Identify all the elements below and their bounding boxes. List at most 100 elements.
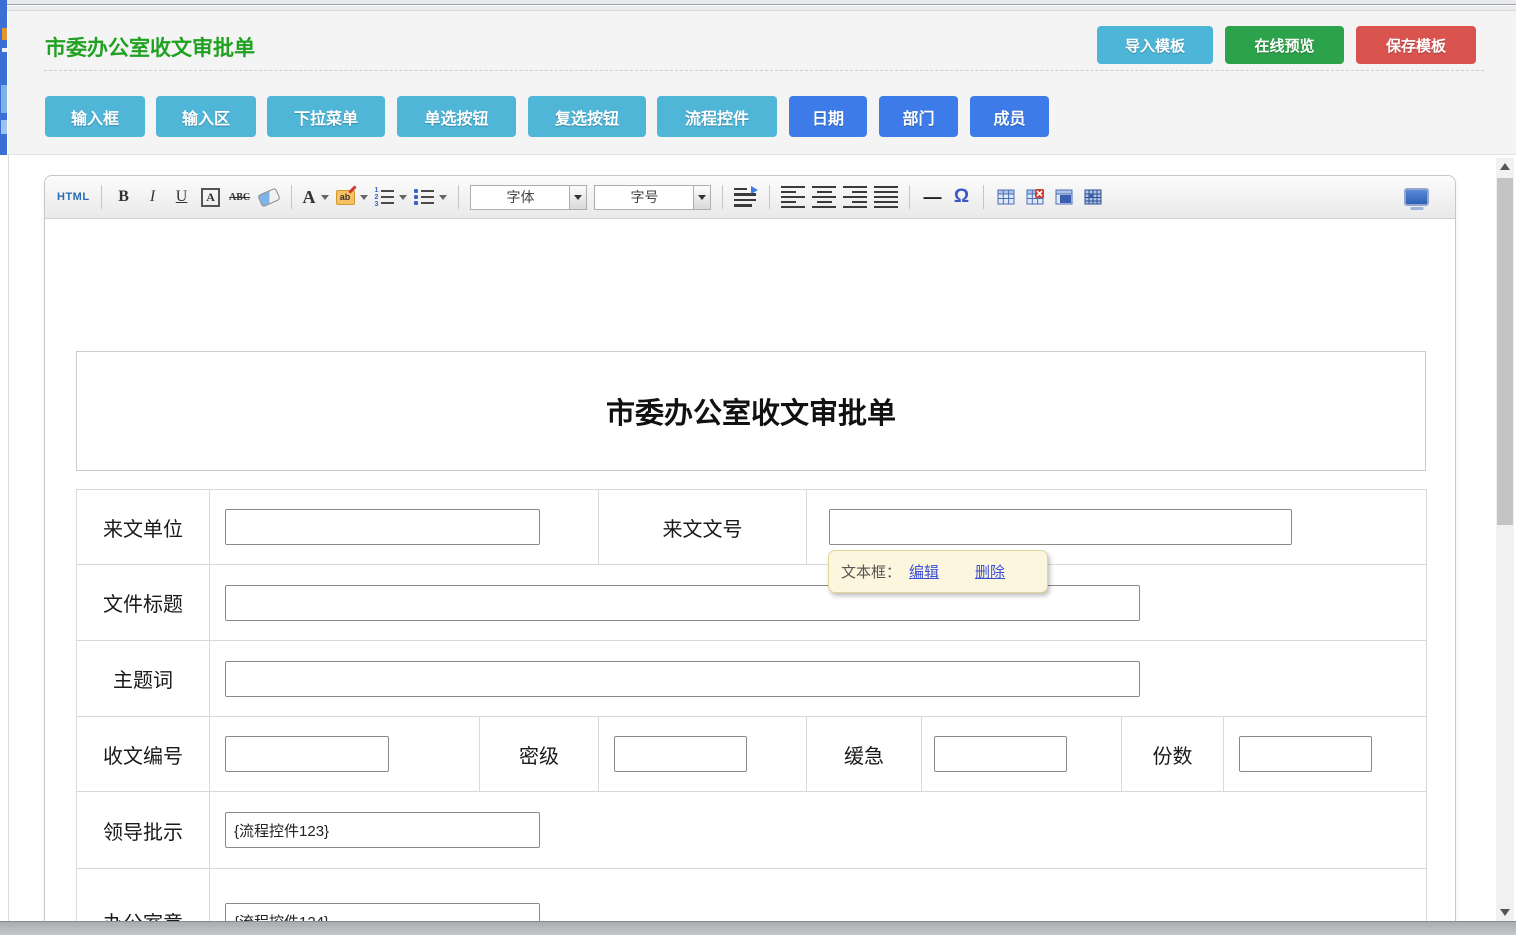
header-panel: 市委办公室收文审批单 导入模板 在线预览 保存模板 输入框 输入区 下拉菜单 单…	[8, 11, 1516, 155]
unordered-list-icon	[414, 189, 434, 205]
field-cell	[210, 490, 599, 565]
field-label-laiwen-wenhao: 来文文号	[599, 490, 807, 565]
sidebar-fragment-icon	[1, 85, 7, 113]
edit-link[interactable]: 编辑	[909, 561, 939, 582]
import-template-button[interactable]: 导入模板	[1097, 26, 1213, 64]
font-family-dropdown-arrow[interactable]	[569, 186, 586, 209]
form-table: 来文单位 来文文号 文件标题 主题词 收文编号 密级	[76, 489, 1427, 935]
horizontal-rule-button[interactable]: —	[921, 183, 943, 211]
style-button[interactable]: A	[200, 183, 222, 211]
table-row: 主题词	[77, 641, 1427, 717]
font-family-select[interactable]: 字体	[470, 185, 587, 210]
field-label-lingdao-pishi: 领导批示	[77, 792, 210, 869]
widget-button-member[interactable]: 成员	[970, 96, 1049, 137]
field-label-fenshu: 份数	[1122, 717, 1224, 792]
widget-button-checkbox[interactable]: 复选按钮	[528, 96, 646, 137]
scroll-up-button[interactable]	[1496, 158, 1514, 175]
scroll-down-button[interactable]	[1496, 904, 1514, 921]
form-title-box: 市委办公室收文审批单	[76, 351, 1426, 471]
remove-format-button[interactable]	[258, 183, 280, 211]
field-label-huanji: 缓急	[807, 717, 922, 792]
editor-toolbar: HTML B I U A ABC A ab	[45, 176, 1455, 219]
font-size-dropdown-arrow[interactable]	[693, 186, 710, 209]
widget-button-flow-control[interactable]: 流程控件	[657, 96, 777, 137]
font-color-icon: A	[303, 187, 316, 208]
huanji-input[interactable]	[934, 736, 1067, 772]
widget-button-department[interactable]: 部门	[879, 96, 958, 137]
window-bottom-edge	[0, 921, 1516, 935]
align-left-icon	[781, 186, 805, 209]
chevron-down-icon	[321, 195, 329, 200]
miji-input[interactable]	[614, 736, 747, 772]
widget-button-radio[interactable]: 单选按钮	[397, 96, 516, 137]
indent-arrow-icon	[734, 188, 758, 207]
page-title: 市委办公室收文审批单	[45, 32, 255, 62]
rich-text-editor: HTML B I U A ABC A ab	[44, 175, 1456, 935]
laiwen-danwei-input[interactable]	[225, 509, 540, 545]
toolbar-separator	[458, 185, 459, 209]
chevron-down-icon	[439, 195, 447, 200]
toolbar-separator	[291, 185, 292, 209]
field-cell	[922, 717, 1122, 792]
widget-button-dropdown[interactable]: 下拉菜单	[267, 96, 385, 137]
ordered-list-button[interactable]	[375, 183, 408, 211]
fenshu-input[interactable]	[1239, 736, 1372, 772]
field-cell	[1224, 717, 1427, 792]
table-row: 文件标题	[77, 565, 1427, 641]
align-center-icon	[812, 186, 836, 209]
font-size-select[interactable]: 字号	[594, 185, 711, 210]
zhutici-input[interactable]	[225, 661, 1140, 697]
align-justify-button[interactable]	[874, 183, 898, 211]
shouwen-bianhao-input[interactable]	[225, 736, 389, 772]
field-label-laiwen-danwei: 来文单位	[77, 490, 210, 565]
highlight-icon: ab	[336, 190, 355, 205]
sidebar-fragment-icon	[2, 48, 7, 52]
align-left-button[interactable]	[781, 183, 805, 211]
table-row: 领导批示	[77, 792, 1427, 869]
chevron-down-icon	[698, 195, 706, 200]
strikethrough-button[interactable]: ABC	[229, 183, 251, 211]
field-cell	[599, 717, 807, 792]
source-code-button[interactable]: HTML	[57, 183, 90, 211]
highlight-color-button[interactable]: ab	[336, 183, 368, 211]
widget-button-input-area[interactable]: 输入区	[156, 96, 256, 137]
unordered-list-button[interactable]	[414, 183, 447, 211]
ordered-list-icon	[375, 188, 395, 207]
widget-button-input-box[interactable]: 输入框	[45, 96, 145, 137]
underline-button[interactable]: U	[171, 183, 193, 211]
window-top-edge	[0, 0, 1516, 5]
field-label-zhutici: 主题词	[77, 641, 210, 717]
sidebar-fragment-icon	[1, 120, 7, 134]
insert-table-button[interactable]	[995, 183, 1017, 211]
lingdao-pishi-input[interactable]	[225, 812, 540, 848]
field-cell	[210, 717, 480, 792]
toolbar-separator	[101, 185, 102, 209]
special-character-button[interactable]: Ω	[950, 183, 972, 211]
font-color-button[interactable]: A	[303, 183, 329, 211]
save-template-button[interactable]: 保存模板	[1356, 26, 1476, 64]
table-properties-button[interactable]	[1053, 183, 1075, 211]
delete-table-button[interactable]	[1024, 183, 1046, 211]
chevron-down-icon	[574, 195, 582, 200]
chevron-down-icon	[360, 195, 368, 200]
font-family-value: 字体	[471, 187, 569, 207]
delete-link[interactable]: 删除	[975, 561, 1005, 582]
fullscreen-preview-button[interactable]	[1404, 183, 1429, 211]
table-row: 来文单位 来文文号	[77, 490, 1427, 565]
align-center-button[interactable]	[812, 183, 836, 211]
field-cell	[210, 641, 1427, 717]
widget-button-date[interactable]: 日期	[789, 96, 867, 137]
online-preview-button[interactable]: 在线预览	[1225, 26, 1344, 64]
scrollbar-thumb[interactable]	[1497, 178, 1513, 525]
vertical-scrollbar[interactable]	[1496, 158, 1514, 921]
laiwen-wenhao-input[interactable]	[829, 509, 1292, 545]
table-properties-icon	[1055, 188, 1073, 206]
textbox-widget-tooltip: 文本框： 编辑 删除	[828, 550, 1048, 593]
editor-canvas[interactable]: 市委办公室收文审批单 来文单位 来文文号 文件标题 主	[45, 219, 1455, 935]
eraser-icon	[257, 187, 281, 207]
cell-properties-button[interactable]	[1082, 183, 1104, 211]
italic-button[interactable]: I	[142, 183, 164, 211]
align-right-button[interactable]	[843, 183, 867, 211]
paragraph-format-button[interactable]	[734, 183, 758, 211]
bold-button[interactable]: B	[113, 183, 135, 211]
